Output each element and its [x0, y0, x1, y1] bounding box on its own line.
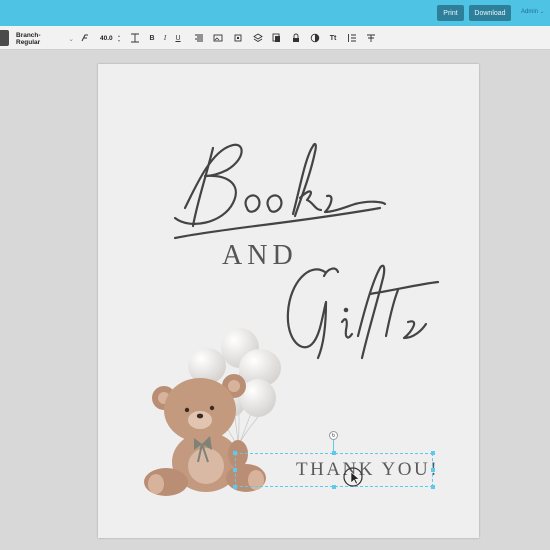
- resize-handle-bottom-right[interactable]: [431, 485, 435, 489]
- resize-handle-left[interactable]: [233, 468, 237, 472]
- resize-handle-top-left[interactable]: [233, 451, 237, 455]
- font-size-input[interactable]: 40.0: [96, 31, 118, 45]
- rotate-connector: [333, 439, 334, 453]
- top-bar: Print Download Admin ⌄: [0, 0, 550, 26]
- underline-icon[interactable]: U: [172, 32, 184, 44]
- duplicate-icon[interactable]: [271, 32, 283, 44]
- font-family-select[interactable]: Branch-Regular ⌄: [12, 31, 74, 46]
- font-style-icon[interactable]: [79, 32, 91, 44]
- selection-box[interactable]: [235, 453, 433, 487]
- italic-icon[interactable]: I: [159, 32, 171, 44]
- spacing-icon[interactable]: [346, 32, 358, 44]
- replace-image-icon[interactable]: [212, 32, 224, 44]
- text-effects-icon[interactable]: [365, 32, 377, 44]
- bold-icon[interactable]: B: [146, 32, 158, 44]
- resize-handle-bottom-left[interactable]: [233, 485, 237, 489]
- resize-handle-right[interactable]: [431, 468, 435, 472]
- move-cursor-icon: [343, 467, 363, 487]
- align-icon[interactable]: [193, 32, 205, 44]
- print-button[interactable]: Print: [437, 5, 464, 21]
- rotate-icon[interactable]: ↻: [329, 431, 338, 440]
- resize-handle-top-right[interactable]: [431, 451, 435, 455]
- text-case-icon[interactable]: Tt: [327, 32, 339, 44]
- admin-menu[interactable]: Admin ⌄: [521, 9, 544, 15]
- chevron-down-icon: ⌄: [68, 35, 74, 43]
- opacity-icon[interactable]: [309, 32, 321, 44]
- download-button[interactable]: Download: [469, 5, 511, 21]
- gifts-script-text[interactable]: [280, 262, 440, 362]
- size-stepper[interactable]: ▴ ▾: [118, 33, 120, 43]
- crop-icon[interactable]: [232, 32, 244, 44]
- line-height-icon[interactable]: [129, 32, 141, 44]
- books-script-text[interactable]: [165, 128, 390, 248]
- lock-icon[interactable]: [290, 32, 302, 44]
- layers-icon[interactable]: [252, 32, 264, 44]
- chevron-down-icon: ⌄: [540, 9, 545, 15]
- font-family-value: Branch-Regular: [16, 31, 41, 46]
- formatting-toolbar: Branch-Regular ⌄ 40.0 ▴ ▾ B I U Tt: [0, 26, 550, 50]
- resize-handle-bottom[interactable]: [332, 485, 336, 489]
- color-swatch[interactable]: [0, 30, 9, 46]
- admin-label: Admin: [521, 9, 539, 15]
